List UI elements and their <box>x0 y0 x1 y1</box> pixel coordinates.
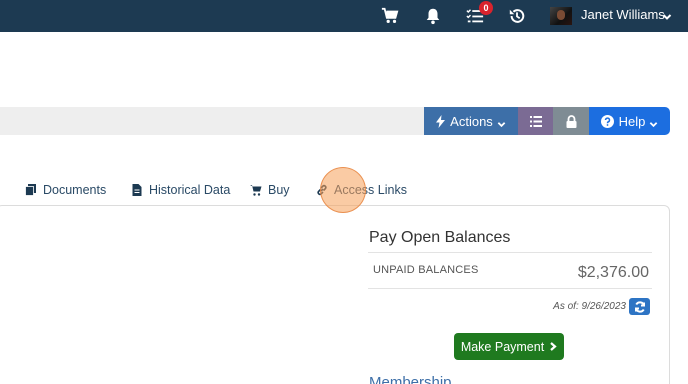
cart-icon[interactable] <box>380 6 400 26</box>
chevron-down-icon <box>649 117 658 127</box>
section-title: Pay Open Balances <box>369 229 511 246</box>
unpaid-balances-label: UNPAID BALANCES <box>373 264 479 276</box>
refresh-button[interactable] <box>629 298 650 315</box>
question-circle-icon <box>600 114 614 128</box>
file-icon <box>25 184 36 196</box>
click-indicator <box>320 167 366 213</box>
divider <box>368 288 652 289</box>
tab-label: Historical Data <box>149 183 231 197</box>
as-of-date: As of: 9/26/2023 <box>553 301 626 312</box>
bolt-icon <box>436 114 446 128</box>
tab-buy[interactable]: Buy <box>250 182 290 198</box>
history-icon[interactable] <box>507 6 527 26</box>
list-icon <box>529 115 542 127</box>
actions-button[interactable]: Actions <box>424 107 518 135</box>
bell-icon[interactable] <box>423 6 443 26</box>
notification-badge: 0 <box>479 1 493 15</box>
divider <box>368 252 652 253</box>
tab-label: Buy <box>268 183 290 197</box>
membership-heading: Membership <box>369 374 452 384</box>
unpaid-balance-amount: $2,376.00 <box>577 264 649 281</box>
toolbar-strip <box>0 107 424 135</box>
account-card <box>0 205 670 384</box>
cart-icon <box>250 185 262 196</box>
chevron-right-icon <box>550 342 557 351</box>
document-icon <box>132 184 142 196</box>
chevron-down-icon <box>497 117 506 127</box>
lock-icon <box>566 114 576 128</box>
make-payment-label: Make Payment <box>460 339 545 354</box>
help-label: Help <box>618 113 646 129</box>
top-navigation-bar: 0 Janet Williams <box>0 0 688 32</box>
refresh-icon <box>634 300 645 313</box>
tab-historical-data[interactable]: Historical Data <box>131 182 230 198</box>
tab-label: Documents <box>43 183 107 197</box>
make-payment-button[interactable]: Make Payment <box>454 333 564 360</box>
help-button[interactable]: Help <box>589 107 670 135</box>
tab-documents[interactable]: Documents <box>25 182 106 198</box>
list-view-button[interactable] <box>518 107 553 135</box>
user-name[interactable]: Janet Williams <box>581 7 665 22</box>
chevron-down-icon[interactable] <box>662 9 672 20</box>
lock-button[interactable] <box>553 107 589 135</box>
avatar[interactable] <box>550 7 572 25</box>
actions-label: Actions <box>450 113 493 129</box>
